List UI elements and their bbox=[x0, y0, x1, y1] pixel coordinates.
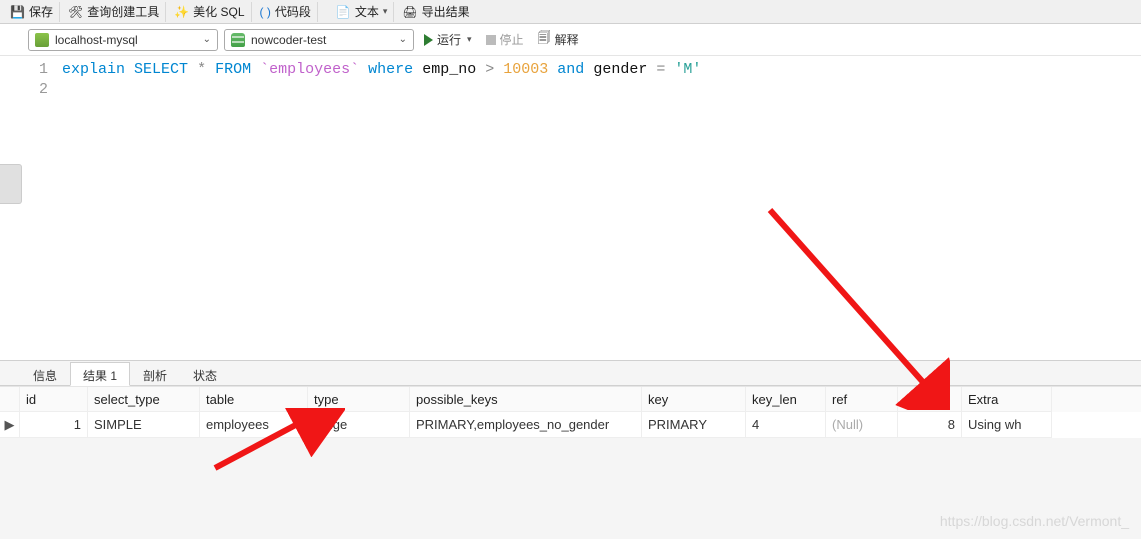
query-tool-button[interactable]: 🛠 查询创建工具 bbox=[62, 2, 166, 22]
table-header: id select_type table type possible_keys … bbox=[0, 386, 1141, 412]
stop-icon bbox=[486, 35, 496, 45]
cell-possible-keys[interactable]: PRIMARY,employees_no_gender bbox=[410, 412, 642, 438]
beautify-icon: ✨ bbox=[174, 5, 189, 19]
kw: explain bbox=[62, 61, 125, 78]
col-header[interactable]: key bbox=[642, 387, 746, 412]
result-tabs: 信息 结果 1 剖析 状态 bbox=[0, 360, 1141, 386]
explain-label: 解释 bbox=[555, 31, 579, 48]
snippet-label: 代码段 bbox=[275, 3, 311, 20]
row-handle[interactable]: ▶ bbox=[0, 412, 20, 438]
export-button[interactable]: 🖨 导出结果 bbox=[396, 2, 475, 22]
line-number: 1 bbox=[4, 60, 48, 80]
cell-ref[interactable]: (Null) bbox=[826, 412, 898, 438]
save-label: 保存 bbox=[29, 3, 53, 20]
cell-extra[interactable]: Using wh bbox=[962, 412, 1052, 438]
op: * bbox=[197, 61, 206, 78]
database-value: nowcoder-test bbox=[251, 33, 393, 47]
table-row[interactable]: ▶ 1 SIMPLE employees range PRIMARY,emplo… bbox=[0, 412, 1141, 438]
snippet-button[interactable]: ( ) 代码段 bbox=[254, 2, 318, 22]
chevron-down-icon: ⌄ bbox=[399, 34, 407, 45]
beautify-sql-button[interactable]: ✨ 美化 SQL bbox=[168, 2, 251, 22]
col-header[interactable]: type bbox=[308, 387, 410, 412]
op: > bbox=[485, 61, 494, 78]
explain-button[interactable]: 🗐 解释 bbox=[534, 27, 583, 53]
cell-rows[interactable]: 8 bbox=[898, 412, 962, 438]
cell-id[interactable]: 1 bbox=[20, 412, 88, 438]
tab-status[interactable]: 状态 bbox=[180, 362, 230, 386]
cell-select-type[interactable]: SIMPLE bbox=[88, 412, 200, 438]
query-tool-label: 查询创建工具 bbox=[87, 3, 159, 20]
connection-dropdown[interactable]: localhost-mysql ⌄ bbox=[28, 29, 218, 51]
tab-result[interactable]: 结果 1 bbox=[70, 362, 130, 386]
text-button[interactable]: 📄 文本 ▾ bbox=[330, 2, 395, 22]
beautify-label: 美化 SQL bbox=[193, 3, 244, 20]
stop-label: 停止 bbox=[500, 31, 524, 48]
run-button[interactable]: 运行 ▾ bbox=[420, 29, 476, 50]
col-header[interactable]: select_type bbox=[88, 387, 200, 412]
kw: SELECT bbox=[134, 61, 188, 78]
col-header[interactable]: rows bbox=[898, 387, 962, 412]
connection-value: localhost-mysql bbox=[55, 33, 197, 47]
cell-table[interactable]: employees bbox=[200, 412, 308, 438]
stop-button: 停止 bbox=[482, 29, 528, 50]
explain-icon: 🗐 bbox=[538, 29, 551, 51]
cell-key-len[interactable]: 4 bbox=[746, 412, 826, 438]
export-label: 导出结果 bbox=[422, 3, 470, 20]
save-icon: 💾 bbox=[10, 5, 25, 19]
kw: FROM bbox=[215, 61, 251, 78]
chevron-down-icon: ⌄ bbox=[203, 34, 211, 45]
tbl: `employees` bbox=[260, 61, 359, 78]
connection-icon bbox=[35, 33, 49, 47]
line-number: 2 bbox=[4, 80, 48, 100]
snippet-icon: ( ) bbox=[260, 5, 271, 19]
cell-key[interactable]: PRIMARY bbox=[642, 412, 746, 438]
editor-gutter: 1 2 bbox=[0, 56, 56, 360]
editor-code[interactable]: explain SELECT * FROM `employees` where … bbox=[56, 56, 707, 360]
query-tool-icon: 🛠 bbox=[68, 5, 83, 19]
kw: where bbox=[368, 61, 413, 78]
result-grid[interactable]: id select_type table type possible_keys … bbox=[0, 386, 1141, 438]
col-header[interactable]: ref bbox=[826, 387, 898, 412]
num: 10003 bbox=[503, 61, 548, 78]
tab-info[interactable]: 信息 bbox=[20, 362, 70, 386]
col: gender bbox=[593, 61, 647, 78]
col-header[interactable]: Extra bbox=[962, 387, 1052, 412]
save-button[interactable]: 💾 保存 bbox=[4, 2, 60, 22]
tab-profile[interactable]: 剖析 bbox=[130, 362, 180, 386]
database-icon bbox=[231, 33, 245, 47]
chevron-down-icon: ▾ bbox=[467, 34, 472, 45]
cell-type[interactable]: range bbox=[308, 412, 410, 438]
row-handle-header bbox=[0, 387, 20, 412]
col: emp_no bbox=[422, 61, 476, 78]
col-header[interactable]: table bbox=[200, 387, 308, 412]
left-panel-handle[interactable] bbox=[0, 164, 22, 204]
text-icon: 📄 bbox=[336, 5, 351, 19]
chevron-down-icon: ▾ bbox=[383, 6, 388, 17]
watermark: https://blog.csdn.net/Vermont_ bbox=[940, 513, 1129, 529]
op: = bbox=[656, 61, 665, 78]
export-icon: 🖨 bbox=[402, 5, 417, 19]
play-icon bbox=[424, 34, 433, 46]
database-dropdown[interactable]: nowcoder-test ⌄ bbox=[224, 29, 414, 51]
run-label: 运行 bbox=[437, 31, 461, 48]
kw: and bbox=[557, 61, 584, 78]
col-header[interactable]: id bbox=[20, 387, 88, 412]
str: 'M' bbox=[674, 61, 701, 78]
sql-editor[interactable]: 1 2 explain SELECT * FROM `employees` wh… bbox=[0, 56, 1141, 360]
col-header[interactable]: possible_keys bbox=[410, 387, 642, 412]
col-header[interactable]: key_len bbox=[746, 387, 826, 412]
text-label: 文本 bbox=[355, 3, 379, 20]
